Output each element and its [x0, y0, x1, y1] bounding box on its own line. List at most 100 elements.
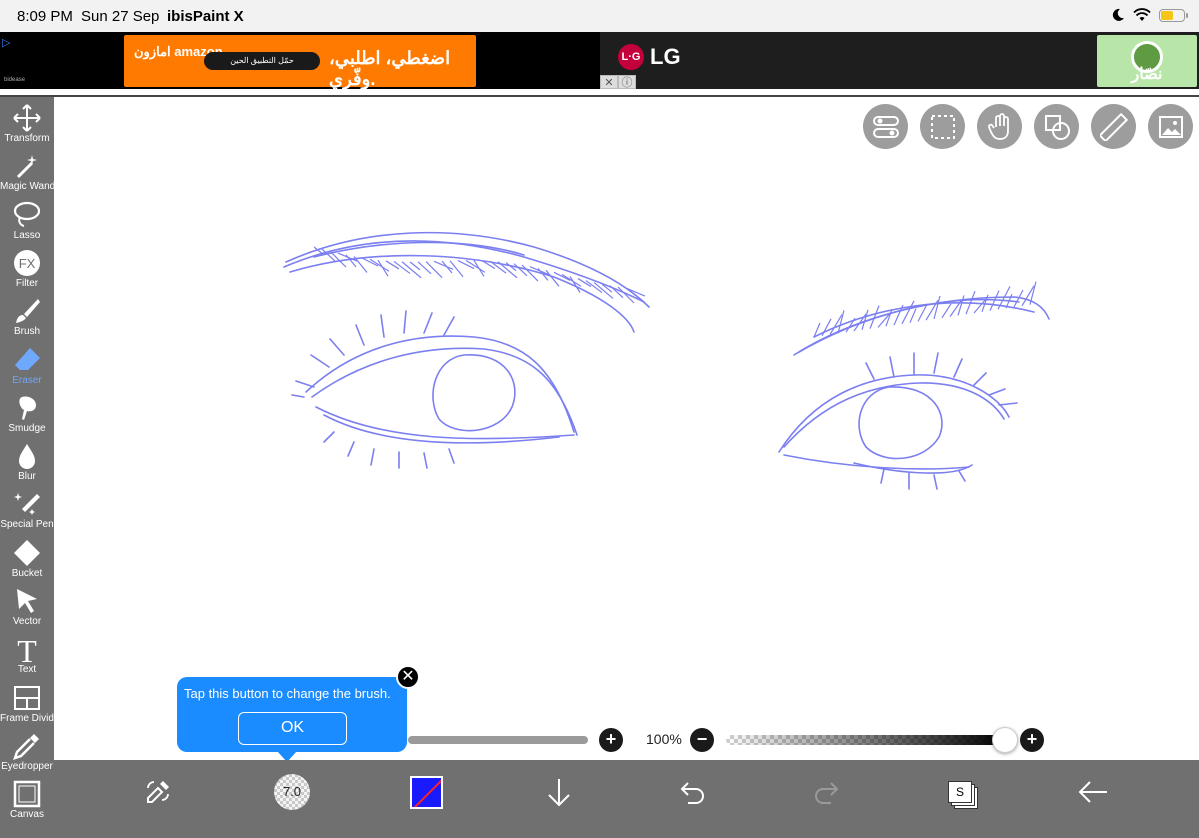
- tool-label: Smudge: [8, 422, 46, 434]
- sketch-stroke: [441, 260, 453, 274]
- toggle-button[interactable]: [863, 104, 908, 149]
- brush-size-slider[interactable]: [408, 736, 588, 744]
- opacity-slider[interactable]: [726, 735, 1006, 745]
- tool-frame-divider[interactable]: Frame Divider: [0, 681, 63, 729]
- ad-right[interactable]: L·G LG ✕ ⓘ نصّار: [600, 32, 1199, 89]
- tool-transform[interactable]: Transform: [0, 101, 54, 149]
- ad-banner[interactable]: ▷ bidease امازون amazon حمّل التطبيق الح…: [0, 32, 1199, 89]
- ad-label: bidease: [4, 77, 26, 83]
- tool-brush[interactable]: Brush: [0, 294, 54, 342]
- tooltip-ok-button[interactable]: OK: [238, 712, 347, 745]
- hand-icon: [987, 112, 1009, 140]
- sketch-stroke: [901, 300, 915, 325]
- status-date: Sun 27 Sep: [81, 8, 160, 25]
- ad-close-icon[interactable]: ✕: [600, 75, 618, 89]
- download-button[interactable]: [539, 772, 579, 812]
- sketch-stroke: [291, 310, 455, 398]
- status-time: 8:09 PM: [17, 8, 73, 25]
- sketch-stroke: [361, 257, 379, 267]
- tool-special-pen[interactable]: Special Pen: [0, 487, 54, 535]
- amazon-download-button[interactable]: حمّل التطبيق الحين: [204, 52, 320, 70]
- redo-button[interactable]: [806, 772, 846, 812]
- sketch-stroke: [933, 295, 941, 320]
- tool-panel: Transform Magic Wand Lasso FX Filter Brush Era…: [0, 97, 63, 838]
- toggle-icon: [872, 115, 899, 138]
- sketch-stroke: [821, 318, 832, 337]
- ad-choices-icon[interactable]: ▷: [2, 36, 10, 49]
- shapes-button[interactable]: [1034, 104, 1079, 149]
- undo-icon: [680, 782, 704, 804]
- opacity-slider-thumb[interactable]: [992, 727, 1018, 753]
- tool-blur[interactable]: Blur: [0, 439, 54, 487]
- bottom-toolbar: 7.0 S: [54, 760, 1199, 838]
- sketch-stroke: [385, 260, 400, 270]
- undo-button[interactable]: [673, 772, 713, 812]
- tool-smudge[interactable]: Smudge: [0, 391, 54, 439]
- brush-size-increase-button[interactable]: +: [599, 728, 623, 752]
- salad-ad-text: نصّار: [1131, 66, 1163, 83]
- sketch-stroke: [858, 386, 943, 460]
- magic-wand-icon: [16, 155, 37, 179]
- back-button[interactable]: [1073, 772, 1113, 812]
- fx-icon: FX: [14, 249, 40, 276]
- tooltip-text: Tap this button to change the brush.: [184, 686, 391, 701]
- redo-icon: [815, 782, 839, 804]
- eyedropper-icon: [13, 733, 39, 760]
- hand-button[interactable]: [977, 104, 1022, 149]
- tool-lasso[interactable]: Lasso: [0, 198, 54, 246]
- status-icons: [1111, 8, 1188, 22]
- ruler-button[interactable]: [1091, 104, 1136, 149]
- frame-divider-icon: [14, 685, 40, 710]
- layers-button[interactable]: S: [940, 772, 980, 812]
- tool-label: Canvas: [10, 809, 44, 821]
- brush-size-value: 7.0: [282, 784, 302, 799]
- image-icon: [1158, 115, 1183, 138]
- tool-canvas[interactable]: Canvas: [0, 777, 54, 825]
- opacity-decrease-button[interactable]: −: [690, 728, 714, 752]
- lg-circle-icon: L·G: [618, 44, 644, 70]
- battery-level: [1161, 10, 1174, 20]
- tool-eraser[interactable]: Eraser: [0, 343, 54, 391]
- opacity-increase-button[interactable]: +: [1020, 728, 1044, 752]
- tool-text[interactable]: T Text: [0, 632, 54, 680]
- tool-label: Frame Divider: [0, 712, 63, 724]
- ad-close-controls[interactable]: ✕ ⓘ: [600, 75, 636, 89]
- special-pen-icon: [14, 493, 40, 516]
- opacity-value: 100%: [646, 731, 682, 747]
- amazon-ad[interactable]: امازون amazon حمّل التطبيق الحين اضغطي، …: [124, 35, 476, 89]
- sketch-stroke: [289, 254, 635, 333]
- tool-magic-wand[interactable]: Magic Wand: [0, 149, 55, 197]
- tool-label: Vector: [12, 616, 42, 627]
- tool-bucket[interactable]: Bucket: [0, 536, 54, 584]
- moon-icon: [1112, 8, 1124, 21]
- tool-swap-button[interactable]: [138, 772, 178, 812]
- tool-filter[interactable]: FX Filter: [0, 246, 54, 294]
- lg-logo: L·G LG: [618, 44, 681, 70]
- drawing-canvas[interactable]: [54, 97, 1199, 760]
- tool-label: Bucket: [11, 567, 43, 579]
- tool-vector[interactable]: Vector: [0, 584, 54, 632]
- eye-sketch: [283, 231, 1050, 490]
- ruler-icon: [1099, 112, 1128, 141]
- sketch-stroke: [909, 308, 917, 323]
- tooltip-close-icon[interactable]: ✕: [396, 665, 420, 689]
- ad-info-icon[interactable]: ⓘ: [618, 75, 636, 89]
- selection-icon: [930, 114, 955, 139]
- selection-button[interactable]: [920, 104, 965, 149]
- salad-ad[interactable]: نصّار: [1097, 35, 1197, 87]
- color-button[interactable]: [406, 772, 446, 812]
- sketch-stroke: [957, 295, 965, 316]
- battery-icon: [1159, 8, 1188, 22]
- sketch-stroke: [323, 414, 560, 444]
- ad-left[interactable]: ▷ bidease امازون amazon حمّل التطبيق الح…: [0, 32, 597, 89]
- amazon-tagline: اضغطي، اطلبي، وفّري.: [329, 48, 451, 89]
- svg-text:T: T: [17, 634, 37, 664]
- brush-selector-button[interactable]: 7.0: [272, 772, 312, 812]
- tool-label: Filter: [15, 277, 39, 289]
- vector-arrow-icon: [17, 589, 37, 613]
- tool-eyedropper[interactable]: Eyedropper: [0, 729, 54, 777]
- reference-image-button[interactable]: [1148, 104, 1193, 149]
- sketch-stroke: [553, 271, 571, 281]
- tool-label: Eyedropper: [1, 760, 53, 772]
- sketch-stroke: [315, 406, 575, 440]
